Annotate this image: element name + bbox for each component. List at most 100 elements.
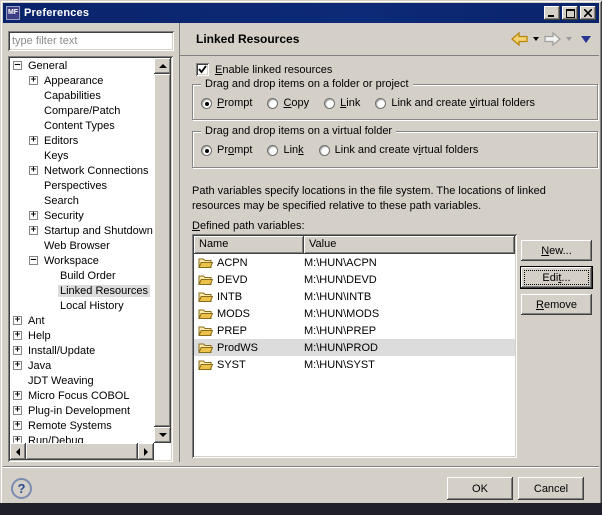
scroll-left-icon[interactable] (10, 443, 26, 460)
scroll-up-icon[interactable] (154, 58, 171, 74)
tree-item-build-order[interactable]: Build Order (10, 268, 154, 283)
plus-expander-icon[interactable]: + (29, 226, 38, 235)
column-header-value[interactable]: Value (304, 236, 515, 254)
tree-item-help[interactable]: +Help (10, 328, 154, 343)
tree-item-search[interactable]: Search (10, 193, 154, 208)
back-arrow-icon[interactable] (511, 32, 528, 46)
table-row-mods[interactable]: MODSM:\HUN\MODS (194, 305, 515, 322)
table-row-acpn[interactable]: ACPNM:\HUN\ACPN (194, 254, 515, 271)
tree-item-web-browser[interactable]: Web Browser (10, 238, 154, 253)
view-menu-icon[interactable] (581, 36, 591, 43)
radio-label: Link (340, 97, 360, 109)
radio-prompt[interactable]: Prompt (201, 97, 252, 109)
tree-item-appearance[interactable]: +Appearance (10, 73, 154, 88)
radio-link-and-create-virtual-folders[interactable]: Link and create virtual folders (319, 144, 479, 156)
tree-item-startup-and-shutdown[interactable]: +Startup and Shutdown (10, 223, 154, 238)
minus-expander-icon[interactable]: – (13, 61, 22, 70)
horizontal-scroll-thumb[interactable] (26, 443, 138, 460)
plus-expander-icon[interactable]: + (13, 331, 22, 340)
folder-icon (198, 274, 213, 286)
tree-item-label: Install/Update (26, 345, 97, 357)
radio-link[interactable]: Link (267, 144, 303, 156)
radio-link-and-create-virtual-folders[interactable]: Link and create virtual folders (375, 97, 535, 109)
tree-vertical-scrollbar[interactable] (154, 58, 171, 443)
variable-value: M:\HUN\ACPN (304, 257, 515, 269)
tree-item-capabilities[interactable]: Capabilities (10, 88, 154, 103)
tree-item-label: Content Types (42, 120, 117, 132)
plus-expander-icon[interactable]: + (13, 391, 22, 400)
plus-expander-icon[interactable]: + (13, 436, 22, 443)
variable-value: M:\HUN\PROD (304, 342, 515, 354)
scroll-down-icon[interactable] (154, 427, 171, 443)
tree-item-remote-systems[interactable]: +Remote Systems (10, 418, 154, 433)
cancel-button[interactable]: Cancel (518, 477, 584, 500)
tree-item-install-update[interactable]: + Install/Update (10, 343, 154, 358)
title-bar[interactable]: MF Preferences (3, 3, 599, 23)
variable-name: PREP (217, 325, 304, 337)
radio-prompt[interactable]: Prompt (201, 144, 252, 156)
help-button[interactable]: ? (11, 478, 32, 499)
table-row-devd[interactable]: DEVDM:\HUN\DEVD (194, 271, 515, 288)
table-row-syst[interactable]: SYSTM:\HUN\SYST (194, 356, 515, 373)
footer-separator (3, 466, 599, 468)
tree-item-general[interactable]: –General (10, 58, 154, 73)
remove-button[interactable]: Remove (521, 294, 592, 315)
back-history-caret-icon[interactable] (533, 37, 539, 41)
tree-item-network-connections[interactable]: +Network Connections (10, 163, 154, 178)
tree-item-ant[interactable]: +Ant (10, 313, 154, 328)
new-button[interactable]: New... (521, 240, 592, 261)
plus-expander-icon[interactable]: + (13, 361, 22, 370)
edit-button[interactable]: Edit... (521, 267, 592, 288)
tree-item-label: Micro Focus COBOL (26, 390, 131, 402)
tree-item-jdt-weaving[interactable]: JDT Weaving (10, 373, 154, 388)
radio-label: Prompt (217, 144, 252, 156)
plus-expander-icon[interactable]: + (29, 166, 38, 175)
tree-item-micro-focus-cobol[interactable]: + Micro Focus COBOL (10, 388, 154, 403)
table-row-intb[interactable]: INTBM:\HUN\INTB (194, 288, 515, 305)
close-button[interactable] (580, 6, 596, 20)
tree-item-content-types[interactable]: Content Types (10, 118, 154, 133)
plus-expander-icon[interactable]: + (29, 136, 38, 145)
minus-expander-icon[interactable]: – (29, 256, 38, 265)
tree-item-security[interactable]: +Security (10, 208, 154, 223)
vertical-scroll-thumb[interactable] (154, 74, 171, 427)
tree-item-workspace[interactable]: –Workspace (10, 253, 154, 268)
tree-item-label: Web Browser (42, 240, 112, 252)
radio-link[interactable]: Link (324, 97, 360, 109)
tree-item-plug-in-development[interactable]: +Plug-in Development (10, 403, 154, 418)
tree-item-keys[interactable]: Keys (10, 148, 154, 163)
ok-button[interactable]: OK (447, 477, 513, 500)
radio-label: Copy (283, 97, 309, 109)
plus-expander-icon[interactable]: + (29, 211, 38, 220)
table-row-prodws[interactable]: ProdWSM:\HUN\PROD (194, 339, 515, 356)
filter-input[interactable] (8, 31, 174, 51)
plus-expander-icon[interactable]: + (29, 76, 38, 85)
plus-expander-icon[interactable]: + (13, 421, 22, 430)
column-header-name[interactable]: Name (194, 236, 304, 254)
scroll-right-icon[interactable] (138, 443, 154, 460)
tree-item-linked-resources[interactable]: Linked Resources (10, 283, 154, 298)
tree-item-label: Run/Debug (26, 435, 86, 444)
minimize-icon (548, 9, 556, 17)
tree-item-perspectives[interactable]: Perspectives (10, 178, 154, 193)
plus-expander-icon[interactable]: + (13, 316, 22, 325)
minimize-button[interactable] (544, 6, 560, 20)
radio-copy[interactable]: Copy (267, 97, 309, 109)
tree-item-label: Local History (58, 300, 126, 312)
tree-item-local-history[interactable]: Local History (10, 298, 154, 313)
table-row-prep[interactable]: PREPM:\HUN\PREP (194, 322, 515, 339)
radio-label: Link (283, 144, 303, 156)
desktop-background-strip (0, 503, 602, 515)
plus-expander-icon[interactable]: + (13, 346, 22, 355)
tree-horizontal-scrollbar[interactable] (10, 443, 154, 460)
radio-selected-icon (201, 98, 212, 109)
tree-item-editors[interactable]: +Editors (10, 133, 154, 148)
enable-linked-resources-checkbox[interactable]: Enable linked resources (196, 63, 332, 76)
maximize-button[interactable] (562, 6, 578, 20)
plus-expander-icon[interactable]: + (13, 406, 22, 415)
tree-item-compare-patch[interactable]: Compare/Patch (10, 103, 154, 118)
folder-icon (198, 325, 213, 337)
page-title: Linked Resources (196, 32, 299, 46)
tree-item-run-debug[interactable]: + Run/Debug (10, 433, 154, 443)
tree-item-java[interactable]: +Java (10, 358, 154, 373)
